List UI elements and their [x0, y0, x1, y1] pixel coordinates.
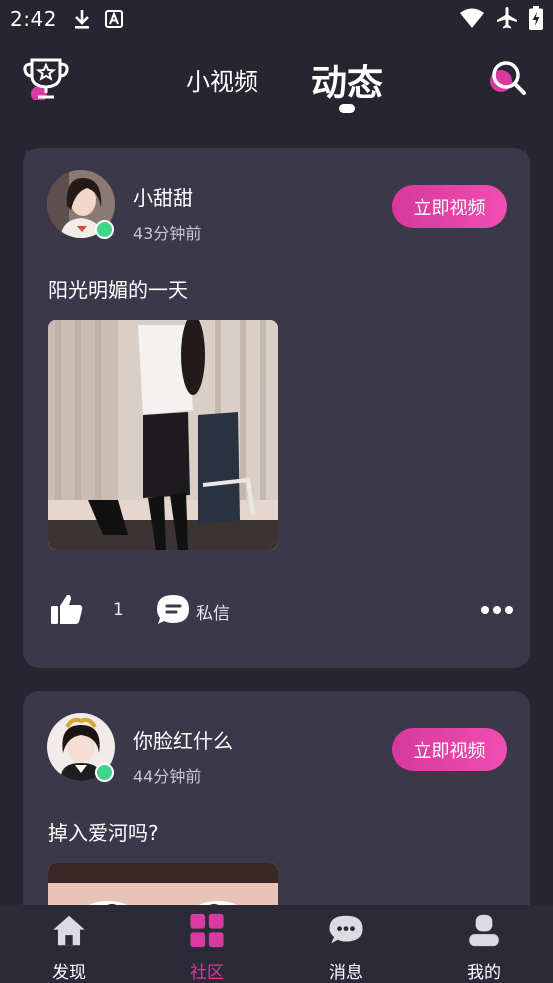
wifi-icon	[460, 8, 484, 28]
nav-label: 消息	[329, 963, 363, 983]
nav-label: 我的	[467, 963, 501, 983]
message-icon[interactable]	[156, 593, 190, 627]
post-time: 43分钟前	[133, 224, 202, 243]
status-bar: 2:42	[0, 0, 553, 38]
video-call-button[interactable]: 立即视频	[392, 728, 507, 771]
status-right-icons	[459, 6, 543, 30]
like-count: 1	[113, 600, 124, 620]
battery-charging-icon	[529, 6, 543, 30]
user-name[interactable]: 小甜甜	[133, 182, 193, 211]
post-time: 44分钟前	[133, 767, 202, 786]
user-name[interactable]: 你脸红什么	[133, 725, 233, 754]
post-text: 掉入爱河吗?	[48, 821, 159, 845]
tab-short-video[interactable]: 小视频	[186, 62, 258, 97]
online-status-dot	[95, 220, 114, 239]
bottom-nav: 发现 社区 消息 我的	[0, 905, 553, 983]
post-actions: 1 私信	[48, 590, 513, 630]
more-options-icon[interactable]	[480, 604, 514, 616]
trophy-icon[interactable]	[22, 56, 70, 100]
nav-label: 发现	[52, 963, 86, 983]
status-time: 2:42	[10, 7, 57, 31]
profile-icon	[469, 914, 499, 947]
nav-item-messages[interactable]: 消息	[286, 905, 406, 983]
post-text: 阳光明媚的一天	[48, 278, 188, 302]
nav-item-discover[interactable]: 发现	[9, 905, 129, 983]
video-call-button[interactable]: 立即视频	[392, 185, 507, 228]
header: 小视频 动态	[0, 38, 553, 164]
status-left-icons	[73, 9, 123, 29]
download-icon	[74, 10, 89, 29]
search-icon[interactable]	[488, 57, 528, 97]
grid-icon	[190, 913, 224, 948]
private-message-label[interactable]: 私信	[196, 599, 230, 624]
post-image[interactable]	[48, 320, 278, 550]
airplane-icon	[497, 7, 517, 29]
tab-feed[interactable]: 动态	[311, 54, 383, 106]
post-card: 小甜甜 43分钟前 立即视频 阳光明媚的一天 1 私信	[23, 148, 530, 668]
active-tab-indicator	[339, 104, 355, 113]
thumbs-up-icon[interactable]	[50, 592, 84, 626]
nav-item-profile[interactable]: 我的	[424, 905, 544, 983]
chat-icon	[329, 915, 363, 944]
online-status-dot	[95, 763, 114, 782]
nav-label: 社区	[190, 963, 224, 983]
font-badge-icon	[104, 10, 123, 28]
nav-item-community[interactable]: 社区	[147, 905, 267, 983]
home-icon	[53, 915, 85, 946]
